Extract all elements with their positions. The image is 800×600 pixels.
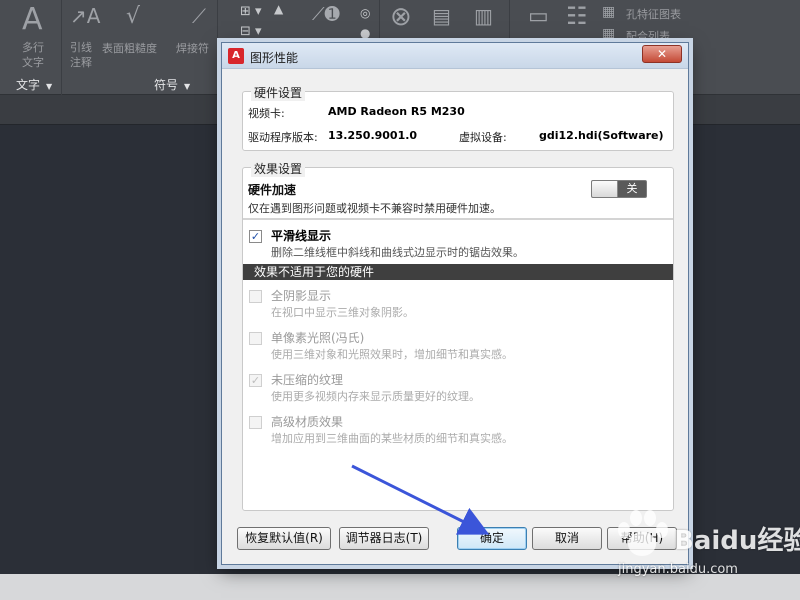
full-shadow-checkbox	[249, 290, 262, 303]
effects-settings-group: 效果设置 硬件加速 仅在遇到图形问题或视频卡不兼容时禁用硬件加速。 关 ✓ 平滑…	[242, 160, 674, 511]
baidu-paw-logo	[618, 510, 668, 556]
text-panel-label: 文字	[16, 78, 41, 92]
parts-list-icon[interactable]: ▤	[432, 4, 451, 28]
per-pixel-lighting-checkbox	[249, 332, 262, 345]
hole-note-icon[interactable]: ◎	[360, 6, 370, 20]
hardware-acceleration-desc: 仅在遇到图形问题或视频卡不兼容时禁用硬件加速。	[248, 202, 501, 215]
effects-settings-legend: 效果设置	[251, 160, 306, 177]
dialog-title: 图形性能	[250, 51, 299, 65]
advanced-material-title: 高级材质效果	[271, 415, 344, 429]
leader-icon[interactable]: ↗A	[70, 4, 100, 28]
advanced-material-checkbox	[249, 416, 262, 429]
hole-feature-table-button[interactable]: 孔特征图表	[626, 6, 681, 22]
full-shadow-title: 全阴影显示	[271, 289, 332, 303]
smooth-line-desc: 删除二维线框中斜线和曲线式边显示时的锯齿效果。	[271, 246, 524, 259]
driver-version-value: 13.250.9001.0	[328, 129, 418, 142]
symbol-panel-label: 符号	[154, 78, 179, 92]
surface-roughness-icon[interactable]: √	[126, 4, 140, 29]
balloon-icon[interactable]: ⟋➊	[312, 4, 340, 25]
watermark-url: jingyan.baidu.com	[618, 562, 738, 577]
video-card-label: 视频卡:	[248, 107, 285, 120]
text-panel: A 多行 文字 文字 ▼	[0, 0, 62, 95]
welding-symbol-icon[interactable]: ⟋	[192, 4, 206, 28]
smooth-line-checkbox[interactable]: ✓	[249, 230, 262, 243]
tuner-log-button[interactable]: 调节器日志(T)	[339, 527, 429, 550]
chevron-down-icon: ▼	[46, 82, 53, 91]
multiline-text-button[interactable]: 多行 文字	[22, 40, 44, 70]
surface-roughness-button[interactable]: 表面粗糙度	[102, 40, 157, 56]
uncompressed-textures-desc: 使用更多视频内存来显示质量更好的纹理。	[271, 390, 480, 403]
hardware-settings-group: 硬件设置 视频卡: AMD Radeon R5 M230 驱动程序版本: 13.…	[242, 84, 674, 151]
smooth-line-title: 平滑线显示	[271, 229, 332, 243]
tolerance-icon[interactable]: ⊟ ▾	[240, 24, 262, 39]
dialog-titlebar[interactable]: A 图形性能 ✕	[222, 43, 688, 69]
uncompressed-textures-title: 未压缩的纹理	[271, 373, 344, 387]
toggle-state-label: 关	[626, 182, 638, 195]
leader-button[interactable]: 引线 注释	[70, 40, 92, 70]
symbol-panel-title[interactable]: 符号 ▼	[154, 76, 190, 93]
toggle-knob	[592, 181, 618, 197]
ok-button[interactable]: 确定	[457, 527, 527, 550]
title-block-icon[interactable]: ▭	[528, 4, 549, 29]
per-pixel-lighting-title: 单像素光照(冯氏)	[271, 331, 365, 345]
baidu-watermark: Baidu经验 jingyan.baidu.com	[612, 506, 800, 586]
advanced-material-desc: 增加应用到三维曲面的某些材质的细节和真实感。	[271, 432, 513, 445]
restore-defaults-button[interactable]: 恢复默认值(R)	[237, 527, 331, 550]
datum-target-icon[interactable]: ▲	[274, 2, 283, 16]
symbol-panel: ↗A 引线 注释 √ 表面粗糙度 ⟋ 焊接符 符号 ▼	[62, 0, 218, 95]
hardware-acceleration-toggle[interactable]: 关	[591, 180, 647, 198]
per-pixel-lighting-desc: 使用三维对象和光照效果时，增加细节和真实感。	[271, 348, 513, 361]
uncompressed-textures-checkbox: ✓	[249, 374, 262, 387]
text-panel-title[interactable]: 文字 ▼	[16, 76, 52, 93]
unsupported-effects-header: 效果不适用于您的硬件	[243, 264, 673, 280]
centerline-icon[interactable]: ●	[360, 26, 370, 40]
graphics-performance-dialog: A 图形性能 ✕ 硬件设置 视频卡: AMD Radeon R5 M230 驱动…	[221, 42, 689, 565]
full-shadow-desc: 在视口中显示三维对象阴影。	[271, 306, 414, 319]
hardware-acceleration-title: 硬件加速	[248, 183, 297, 197]
hole-table-icon[interactable]: ▦	[602, 4, 615, 20]
text-style-icon[interactable]: A	[22, 2, 43, 37]
revision-table-icon[interactable]: ☷	[566, 2, 588, 30]
driver-version-label: 驱动程序版本:	[248, 131, 318, 144]
mating-list-icon[interactable]: ▦	[602, 26, 615, 42]
virtual-device-value: gdi12.hdi(Software)	[539, 129, 664, 142]
chevron-down-icon: ▼	[184, 82, 191, 91]
welding-symbol-button[interactable]: 焊接符	[176, 40, 209, 56]
watermark-brand: Baidu经验	[674, 526, 800, 556]
hardware-settings-legend: 硬件设置	[251, 84, 306, 101]
cancel-button[interactable]: 取消	[532, 527, 602, 550]
video-card-value: AMD Radeon R5 M230	[328, 105, 465, 118]
virtual-device-label: 虚拟设备:	[459, 131, 507, 144]
table-icon[interactable]: ▥	[474, 4, 493, 28]
datum-icon[interactable]: ⊞ ▾	[240, 4, 262, 19]
close-button[interactable]: ✕	[642, 45, 682, 63]
hatch-icon[interactable]: ⊗	[390, 2, 412, 32]
app-logo-icon: A	[228, 48, 244, 64]
divider	[243, 218, 673, 220]
